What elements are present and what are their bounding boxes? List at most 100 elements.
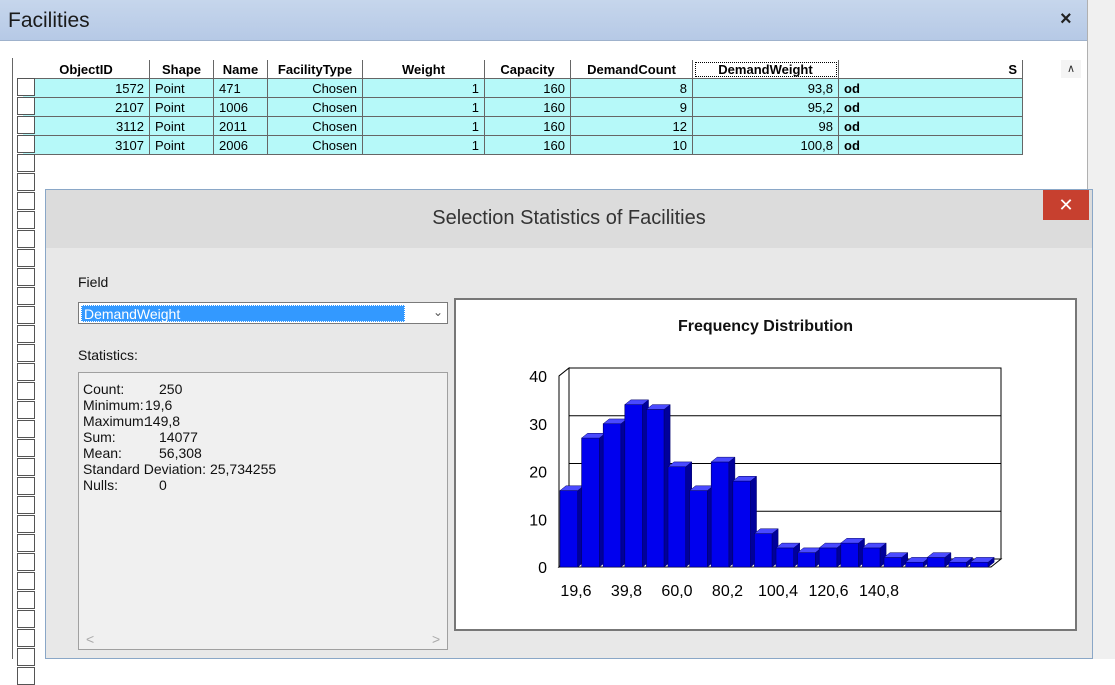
table-cell[interactable]: Point — [150, 79, 214, 98]
row-selector[interactable] — [17, 420, 35, 438]
table-cell[interactable]: Chosen — [268, 117, 363, 136]
table-cell[interactable]: Point — [150, 136, 214, 155]
table-cell[interactable]: 10 — [571, 136, 693, 155]
table-cell[interactable]: Point — [150, 117, 214, 136]
row-selector[interactable] — [17, 287, 35, 305]
row-selector[interactable] — [17, 496, 35, 514]
table-cell[interactable]: 3112 — [23, 117, 150, 136]
table-cell[interactable]: od — [839, 79, 1023, 98]
row-selector[interactable] — [17, 116, 35, 134]
row-selector[interactable] — [17, 249, 35, 267]
stat-line: Count: 250 — [83, 381, 182, 397]
table-cell[interactable]: Chosen — [268, 79, 363, 98]
row-selector[interactable] — [17, 268, 35, 286]
row-selector[interactable] — [17, 439, 35, 457]
column-header-demandcount[interactable]: DemandCount — [571, 60, 693, 79]
table-cell[interactable]: 98 — [693, 117, 839, 136]
table-cell[interactable]: 100,8 — [693, 136, 839, 155]
row-selector[interactable] — [17, 458, 35, 476]
column-header-objectid[interactable]: ObjectID — [23, 60, 150, 79]
row-selector[interactable] — [17, 363, 35, 381]
scroll-left-arrow-icon[interactable]: < — [86, 631, 94, 647]
dialog-title-bar: Selection Statistics of Facilities ✕ — [46, 190, 1092, 248]
table-close-button[interactable]: × — [1060, 8, 1072, 31]
dialog-close-button[interactable]: ✕ — [1043, 190, 1089, 220]
table-cell[interactable]: 1 — [363, 98, 485, 117]
table-cell[interactable]: 9 — [571, 98, 693, 117]
table-cell[interactable]: 160 — [485, 79, 571, 98]
row-selector[interactable] — [17, 97, 35, 115]
table-cell[interactable]: 160 — [485, 117, 571, 136]
row-selector[interactable] — [17, 515, 35, 533]
column-header-facilitytype[interactable]: FacilityType — [268, 60, 363, 79]
row-selector[interactable] — [17, 667, 35, 685]
column-header-demandweight[interactable]: DemandWeight — [693, 60, 839, 79]
row-selector[interactable] — [17, 610, 35, 628]
statistics-horizontal-scrollbar[interactable]: < > — [80, 631, 446, 648]
scroll-up-arrow-icon[interactable]: ∧ — [1061, 60, 1081, 78]
table-cell[interactable]: 2006 — [214, 136, 268, 155]
table-cell[interactable]: 2011 — [214, 117, 268, 136]
row-selector[interactable] — [17, 344, 35, 362]
stat-line: Mean: 56,308 — [83, 445, 202, 461]
row-selector[interactable] — [17, 648, 35, 666]
column-header-name[interactable]: Name — [214, 60, 268, 79]
histogram-bar — [710, 461, 730, 568]
x-tick-label: 140,8 — [859, 583, 899, 600]
table-cell[interactable]: 1006 — [214, 98, 268, 117]
stat-value: 19,6 — [145, 397, 173, 413]
row-selector[interactable] — [17, 306, 35, 324]
table-cell[interactable]: Chosen — [268, 136, 363, 155]
column-header-s[interactable]: S — [839, 60, 1023, 79]
row-selector[interactable] — [17, 401, 35, 419]
row-selector[interactable] — [17, 211, 35, 229]
row-selector[interactable] — [17, 135, 35, 153]
frequency-chart-panel: 0 10 20 30 40 19,6 39,8 60,0 80,2 100,4 120,6 140,8… — [454, 298, 1077, 631]
row-selector[interactable] — [17, 534, 35, 552]
table-cell[interactable]: 1 — [363, 136, 485, 155]
histogram-bar — [970, 561, 989, 568]
table-cell[interactable]: 8 — [571, 79, 693, 98]
row-selector[interactable] — [17, 173, 35, 191]
statistics-textbox[interactable]: Count: 250 Minimum: 19,6 Maximum: 149,8 Sum: 14… — [78, 372, 448, 650]
table-cell[interactable]: 1 — [363, 79, 485, 98]
x-tick-label: 39,8 — [611, 583, 642, 600]
table-cell[interactable]: 3107 — [23, 136, 150, 155]
row-selector[interactable] — [17, 192, 35, 210]
x-tick-label: 80,2 — [712, 583, 743, 600]
table-title: Facilities — [8, 9, 90, 32]
stat-line: Minimum: 19,6 — [83, 397, 172, 413]
stat-value: 56,308 — [159, 445, 202, 461]
table-cell[interactable]: 93,8 — [693, 79, 839, 98]
chevron-down-icon[interactable]: ⌄ — [433, 305, 443, 319]
table-cell[interactable]: 160 — [485, 98, 571, 117]
table-cell[interactable]: od — [839, 136, 1023, 155]
column-header-shape[interactable]: Shape — [150, 60, 214, 79]
row-selector[interactable] — [17, 78, 35, 96]
row-selector[interactable] — [17, 325, 35, 343]
row-selector[interactable] — [17, 629, 35, 647]
field-dropdown[interactable]: DemandWeight ⌄ — [78, 302, 448, 324]
table-cell[interactable]: od — [839, 117, 1023, 136]
row-selector[interactable] — [17, 154, 35, 172]
column-header-weight[interactable]: Weight — [363, 60, 485, 79]
row-selector[interactable] — [17, 477, 35, 495]
row-selector[interactable] — [17, 553, 35, 571]
table-cell[interactable]: 95,2 — [693, 98, 839, 117]
table-cell[interactable]: 160 — [485, 136, 571, 155]
column-header-capacity[interactable]: Capacity — [485, 60, 571, 79]
row-selector[interactable] — [17, 382, 35, 400]
table-cell[interactable]: 471 — [214, 79, 268, 98]
table-cell[interactable]: 12 — [571, 117, 693, 136]
table-cell[interactable]: 2107 — [23, 98, 150, 117]
row-selector[interactable] — [17, 591, 35, 609]
row-selector[interactable] — [17, 572, 35, 590]
table-cell[interactable]: 1572 — [23, 79, 150, 98]
scroll-right-arrow-icon[interactable]: > — [432, 631, 440, 647]
table-cell[interactable]: 1 — [363, 117, 485, 136]
table-cell[interactable]: Chosen — [268, 98, 363, 117]
table-cell[interactable]: Point — [150, 98, 214, 117]
row-selector[interactable] — [17, 230, 35, 248]
table-cell[interactable]: od — [839, 98, 1023, 117]
stat-value: 25,734255 — [209, 461, 277, 477]
